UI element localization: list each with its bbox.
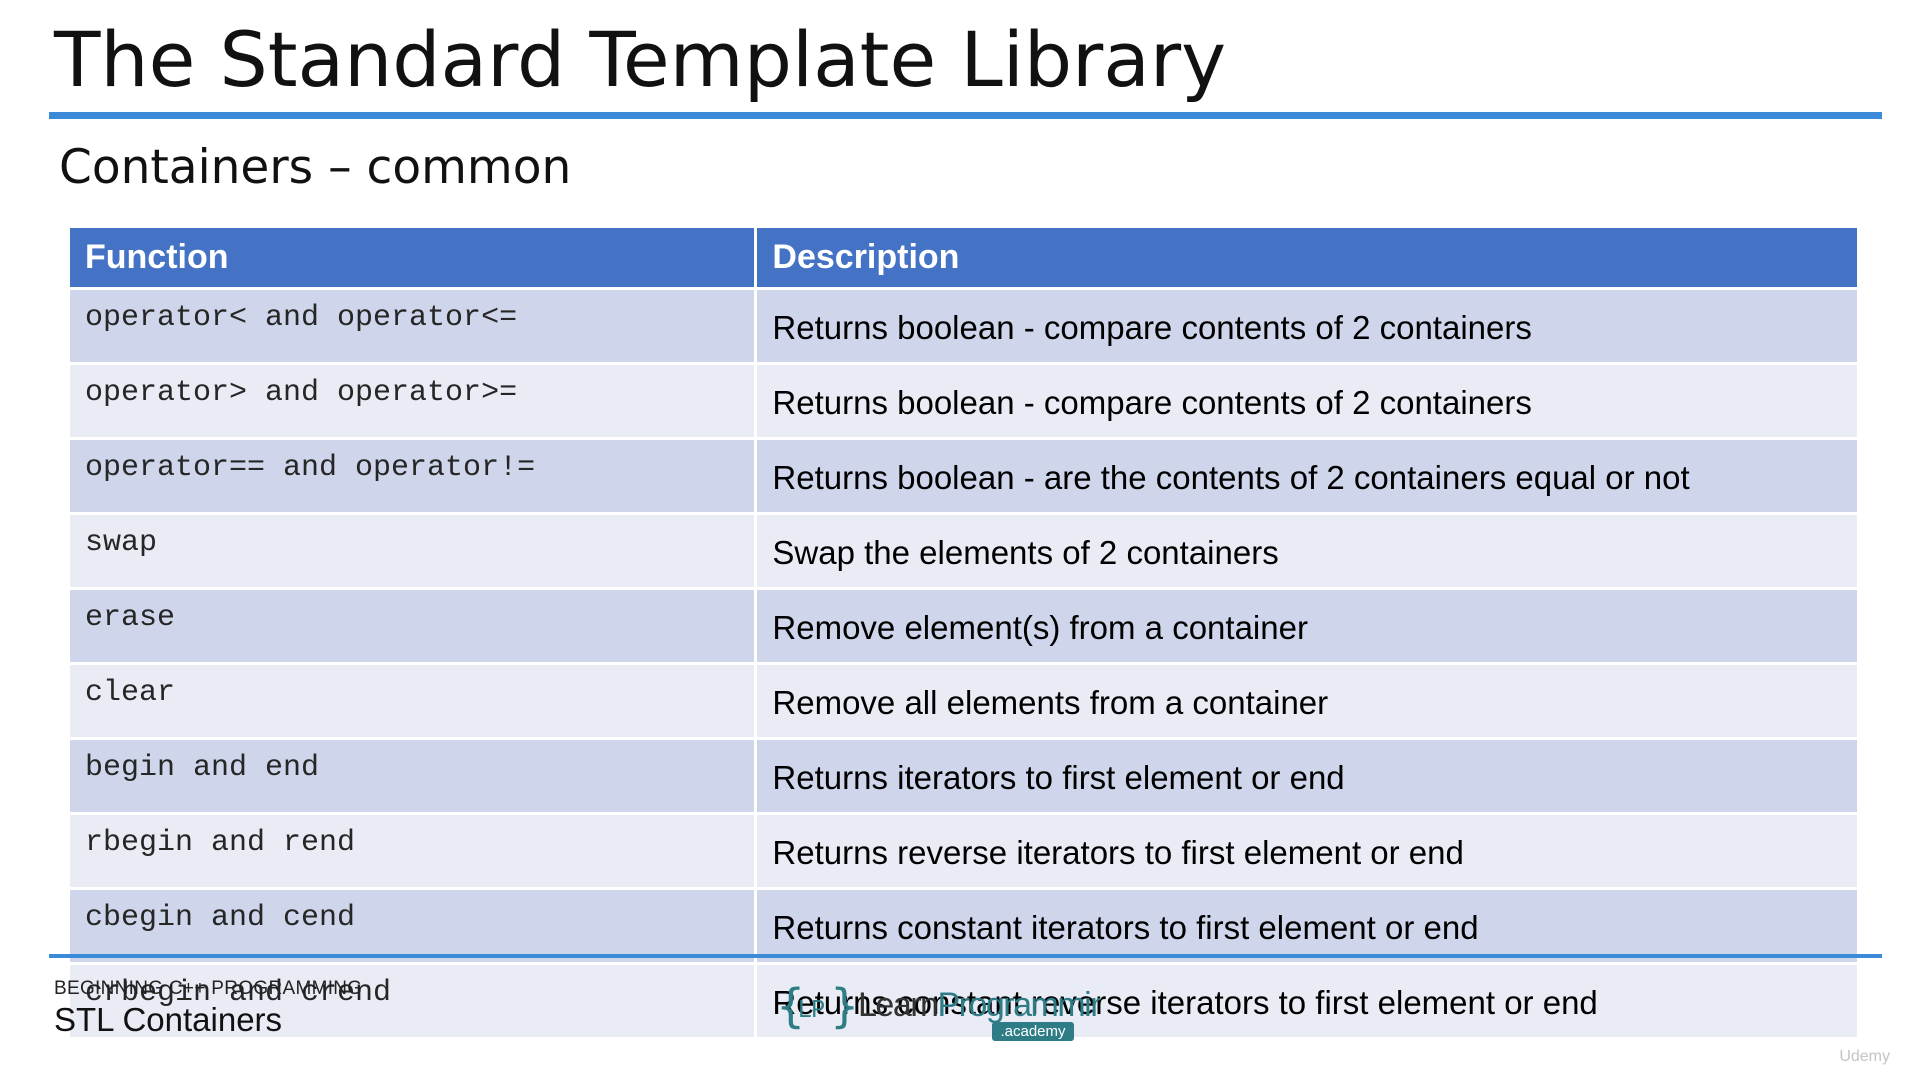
logo-lp-letters: LP xyxy=(798,997,825,1023)
function-cell: operator< and operator<= xyxy=(70,290,758,365)
slide: The Standard Template Library Containers… xyxy=(0,0,1920,1080)
slide-subtitle: Containers – common xyxy=(59,140,572,195)
description-cell: Returns boolean - are the contents of 2 … xyxy=(757,440,1857,515)
learn-programming-academy-logo: { LP } LearnProgramming .academy xyxy=(776,979,1100,1041)
table-row: swap Swap the elements of 2 containers xyxy=(70,515,1857,590)
course-name: BEGINNING C++ PROGRAMMING xyxy=(54,978,363,999)
header-function: Function xyxy=(70,228,758,290)
table-row: clear Remove all elements from a contain… xyxy=(70,665,1857,740)
table-row: operator> and operator>= Returns boolean… xyxy=(70,365,1857,440)
table-row: operator< and operator<= Returns boolean… xyxy=(70,290,1857,365)
table-header-row: Function Description xyxy=(70,228,1857,290)
title-divider xyxy=(49,112,1882,119)
function-cell: begin and end xyxy=(70,740,758,815)
description-cell: Returns boolean - compare contents of 2 … xyxy=(757,365,1857,440)
description-cell: Remove all elements from a container xyxy=(757,665,1857,740)
function-cell: operator> and operator>= xyxy=(70,365,758,440)
table-row: operator== and operator!= Returns boolea… xyxy=(70,440,1857,515)
function-cell: erase xyxy=(70,590,758,665)
table-row: rbegin and rend Returns reverse iterator… xyxy=(70,815,1857,890)
logo-wordmark: LearnProgramming xyxy=(858,986,1100,1024)
logo-academy-text: .academy xyxy=(1000,1023,1066,1040)
table-row: erase Remove element(s) from a container xyxy=(70,590,1857,665)
logo-word-programming: Programming xyxy=(937,986,1100,1024)
functions-table: Function Description operator< and opera… xyxy=(70,228,1857,1040)
udemy-watermark: Udemy xyxy=(1839,1048,1890,1065)
description-cell: Returns iterators to first element or en… xyxy=(757,740,1857,815)
function-cell: operator== and operator!= xyxy=(70,440,758,515)
function-cell: rbegin and rend xyxy=(70,815,758,890)
lecture-name: STL Containers xyxy=(54,1001,283,1038)
description-cell: Swap the elements of 2 containers xyxy=(757,515,1857,590)
function-cell: swap xyxy=(70,515,758,590)
header-description: Description xyxy=(757,228,1857,290)
description-cell: Returns reverse iterators to first eleme… xyxy=(757,815,1857,890)
logo-word-learn: Learn xyxy=(858,986,937,1024)
description-cell: Remove element(s) from a container xyxy=(757,590,1857,665)
description-cell: Returns boolean - compare contents of 2 … xyxy=(757,290,1857,365)
footer-divider xyxy=(49,954,1882,958)
table-row: begin and end Returns iterators to first… xyxy=(70,740,1857,815)
logo-close-brace: } xyxy=(830,979,859,1033)
function-cell: clear xyxy=(70,665,758,740)
slide-title: The Standard Template Library xyxy=(54,15,1227,104)
